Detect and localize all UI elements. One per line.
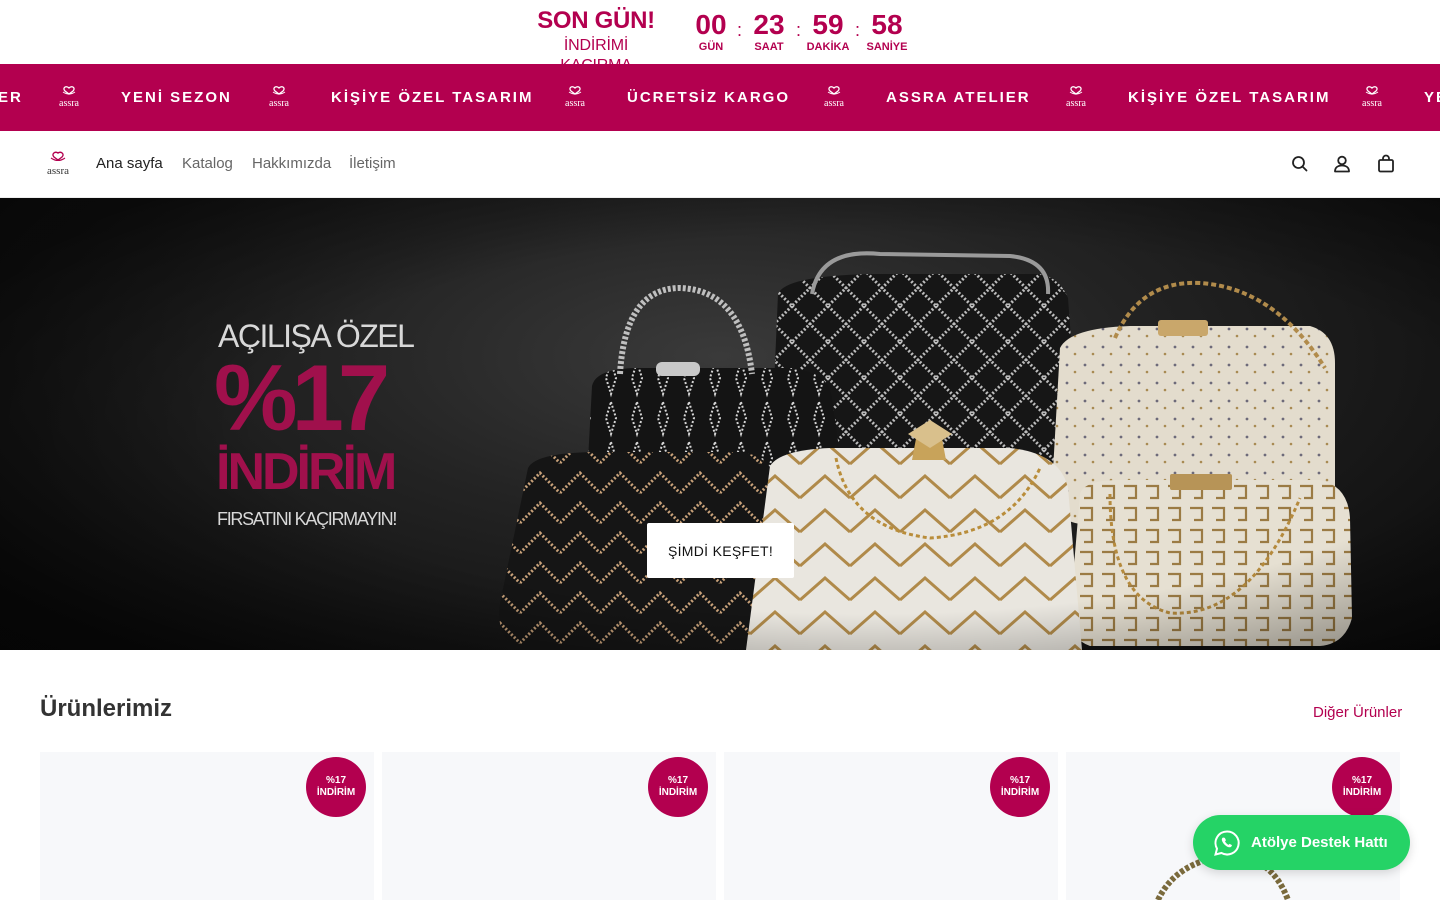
- marquee-item: ÜCRETSİZ KARGO: [627, 89, 790, 106]
- promo-discount-text: İNDİRİM: [216, 443, 397, 501]
- countdown-hours-value: 23: [753, 9, 785, 40]
- countdown-separator: :: [737, 20, 743, 40]
- promo-tagline: FIRSATINI KAÇIRMAYIN!: [217, 509, 397, 529]
- countdown-days-label: GÜN: [698, 41, 724, 53]
- whatsapp-icon: [1214, 830, 1240, 856]
- search-icon[interactable]: [1288, 152, 1312, 176]
- whatsapp-support-button[interactable]: Atölye Destek Hattı: [1193, 815, 1410, 870]
- discover-now-button[interactable]: ŞİMDİ KEŞFET!: [647, 523, 794, 578]
- svg-text:assra: assra: [1066, 98, 1087, 109]
- discount-badge: %17 İNDİRİM: [306, 757, 366, 817]
- nav-home[interactable]: Ana sayfa: [96, 155, 163, 173]
- marquee-item: YENİ SEZON: [121, 89, 232, 106]
- badge-percent: %17: [325, 775, 346, 786]
- countdown-title: SON GÜN!: [537, 7, 655, 34]
- products-section-title: Ürünlerimiz: [40, 695, 173, 722]
- assra-logo-icon: assra: [269, 86, 290, 109]
- discount-badge: %17 İNDİRİM: [990, 757, 1050, 817]
- marquee-item: YE: [1424, 89, 1440, 106]
- countdown-seconds: 58 SANİYE: [865, 9, 909, 53]
- product-card[interactable]: %17 İNDİRİM: [382, 752, 716, 900]
- discount-badge: %17 İNDİRİM: [648, 757, 708, 817]
- countdown-hours-label: SAAT: [754, 41, 784, 53]
- whatsapp-label: Atölye Destek Hattı: [1251, 834, 1388, 851]
- announcement-marquee: ER assra YENİ SEZON assra KİŞİYE ÖZEL TA…: [0, 64, 1440, 131]
- nav-contact[interactable]: İletişim: [349, 155, 396, 173]
- countdown-seconds-value: 58: [871, 9, 903, 40]
- marquee-item: ASSRA ATELIER: [886, 89, 1031, 106]
- badge-percent: %17: [667, 775, 688, 786]
- countdown-minutes: 59 DAKİKA: [806, 9, 850, 53]
- badge-label: İNDİRİM: [1342, 787, 1382, 798]
- assra-logo-icon: assra: [824, 86, 845, 109]
- badge-label: İNDİRİM: [658, 787, 698, 798]
- assra-logo-icon: assra: [59, 86, 80, 109]
- product-card[interactable]: %17 İNDİRİM: [724, 752, 1058, 900]
- discount-badge: %17 İNDİRİM: [1332, 757, 1392, 817]
- countdown-days-value: 00: [695, 9, 727, 40]
- svg-text:assra: assra: [565, 98, 586, 109]
- svg-text:assra: assra: [59, 98, 80, 109]
- badge-percent: %17: [1351, 775, 1372, 786]
- site-header: assra Ana sayfa Katalog Hakkımızda İleti…: [0, 131, 1440, 198]
- marquee-item: KİŞİYE ÖZEL TASARIM: [331, 89, 534, 106]
- hero-banner: AÇILIŞA ÖZEL %17 İNDİRİM FIRSATINI KAÇIR…: [0, 198, 1440, 650]
- assra-logo-icon: assra: [1066, 86, 1087, 109]
- marquee-item: ER: [0, 89, 23, 106]
- product-card[interactable]: %17 İNDİRİM: [40, 752, 374, 900]
- promo-percentage: %17: [214, 345, 390, 450]
- account-icon[interactable]: [1330, 152, 1354, 176]
- countdown-seconds-label: SANİYE: [866, 41, 908, 53]
- countdown-bar: SON GÜN! İNDİRİMİ KAÇIRMA 00 GÜN : 23 SA…: [0, 0, 1440, 74]
- assra-logo-icon: assra: [565, 86, 586, 109]
- countdown-separator: :: [796, 20, 802, 40]
- countdown-minutes-label: DAKİKA: [806, 41, 850, 53]
- svg-text:assra: assra: [1362, 98, 1383, 109]
- countdown-separator: :: [855, 20, 861, 40]
- badge-label: İNDİRİM: [316, 787, 356, 798]
- badge-label: İNDİRİM: [1000, 787, 1040, 798]
- more-products-link[interactable]: Diğer Ürünler: [1313, 704, 1402, 722]
- svg-text:assra: assra: [269, 98, 290, 109]
- assra-logo-icon: assra: [1362, 86, 1383, 109]
- nav-catalog[interactable]: Katalog: [182, 155, 233, 173]
- countdown-days: 00 GÜN: [690, 9, 732, 53]
- cart-icon[interactable]: [1374, 152, 1398, 176]
- site-logo[interactable]: assra: [42, 151, 74, 177]
- svg-text:assra: assra: [824, 98, 845, 109]
- logo-text: assra: [47, 165, 69, 177]
- countdown-hours: 23 SAAT: [749, 9, 789, 53]
- countdown-minutes-value: 59: [812, 9, 844, 40]
- marquee-item: KİŞİYE ÖZEL TASARIM: [1128, 89, 1331, 106]
- nav-about[interactable]: Hakkımızda: [252, 155, 331, 173]
- badge-percent: %17: [1009, 775, 1030, 786]
